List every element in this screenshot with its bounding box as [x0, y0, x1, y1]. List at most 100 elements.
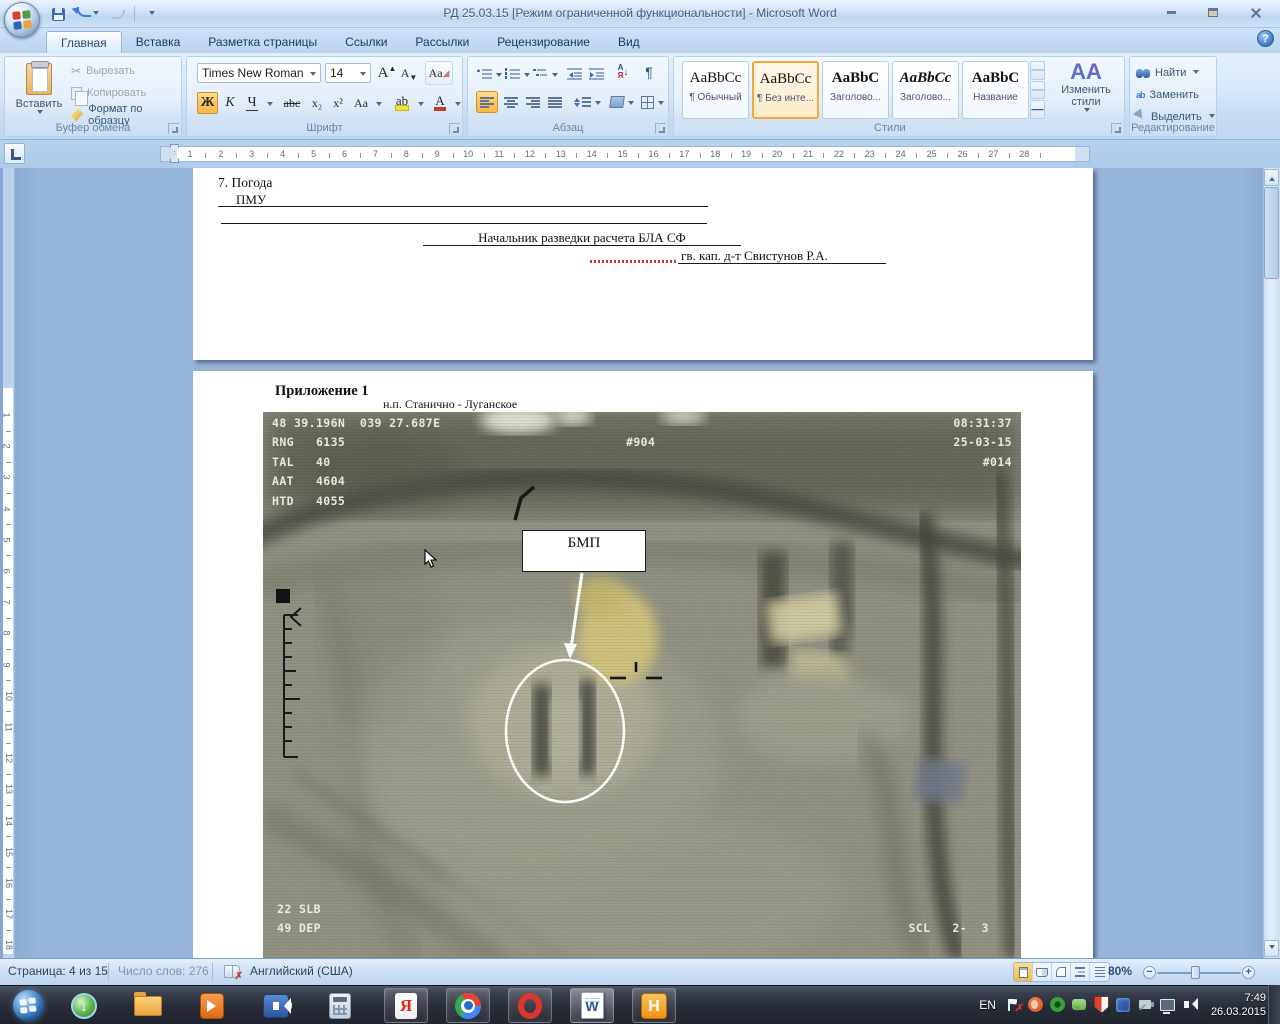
taskbar-download-manager[interactable]: ↓ — [62, 988, 106, 1023]
tab-view[interactable]: Вид — [604, 31, 654, 53]
align-center-button[interactable] — [500, 91, 522, 113]
view-full-screen-reading-button[interactable] — [1033, 963, 1052, 981]
view-outline-button[interactable] — [1071, 963, 1090, 981]
align-right-button[interactable] — [522, 91, 544, 113]
style-card-1[interactable]: AaBbCc¶ Обычный — [682, 61, 749, 119]
scroll-down-button[interactable] — [1264, 940, 1279, 957]
align-left-button[interactable] — [476, 91, 498, 113]
font-size-combo[interactable]: 14 — [325, 63, 371, 83]
multilevel-list-button[interactable] — [532, 63, 558, 85]
styles-scroll-down[interactable] — [1030, 81, 1045, 100]
help-button[interactable]: ? — [1257, 30, 1274, 47]
spellcheck-icon[interactable] — [224, 965, 240, 978]
tab-selector-button[interactable] — [4, 143, 25, 164]
style-card-3[interactable]: AaBbCЗаголово... — [822, 61, 889, 119]
scrollbar-thumb[interactable] — [1264, 187, 1279, 279]
tab-review[interactable]: Рецензирование — [483, 31, 604, 53]
taskbar-media-player[interactable] — [190, 988, 234, 1023]
find-button[interactable]: Найти — [1136, 64, 1199, 82]
font-dialog-launcher[interactable] — [449, 123, 460, 134]
numbering-button[interactable] — [504, 63, 530, 85]
view-print-layout-button[interactable] — [1014, 963, 1033, 981]
page-indicator[interactable]: Страница: 4 из 15 — [8, 964, 108, 978]
font-color-button[interactable]: А — [429, 90, 451, 112]
font-family-combo[interactable]: Times New Roman — [197, 63, 321, 83]
document-page-4[interactable]: 7. Погода ПМУ Начальник разведки расчета… — [193, 168, 1093, 360]
decrease-indent-button[interactable] — [564, 63, 584, 85]
replace-button[interactable]: abЗаменить — [1136, 86, 1199, 104]
tab-insert[interactable]: Вставка — [122, 31, 195, 53]
borders-button[interactable] — [638, 91, 666, 113]
justify-button[interactable] — [544, 91, 566, 113]
paragraph-dialog-launcher[interactable] — [655, 123, 666, 134]
bullets-button[interactable] — [476, 63, 502, 85]
clear-formatting-button[interactable]: Aa◢ — [425, 61, 453, 85]
cut-button[interactable]: ✂Вырезать — [71, 63, 181, 79]
show-desktop-button[interactable] — [1268, 985, 1280, 1024]
styles-more-button[interactable] — [1030, 100, 1045, 119]
shading-button[interactable] — [608, 91, 636, 113]
style-preview: AaBbCc — [754, 71, 817, 88]
scroll-up-button[interactable] — [1264, 169, 1279, 186]
style-card-2[interactable]: AaBbCc¶ Без инте... — [752, 61, 819, 119]
zoom-slider-handle[interactable] — [1191, 966, 1200, 979]
change-case-button[interactable]: Aa — [350, 92, 372, 114]
view-draft-button[interactable] — [1090, 963, 1109, 981]
numbering-dropdown-icon — [524, 73, 530, 80]
clipboard-dialog-launcher[interactable] — [168, 123, 179, 134]
tab-page-layout[interactable]: Разметка страницы — [194, 31, 331, 53]
increase-indent-button[interactable] — [586, 63, 606, 85]
copy-button[interactable]: Копировать — [71, 85, 181, 101]
change-case-dropdown[interactable] — [371, 92, 383, 114]
taskbar-start[interactable] — [6, 988, 50, 1023]
language-indicator[interactable]: Английский (США) — [250, 964, 353, 978]
osd-slb: 22 SLB — [277, 900, 321, 920]
highlight-dropdown[interactable] — [413, 92, 425, 114]
superscript-button[interactable]: x² — [328, 92, 348, 114]
taskbar-volume-mixer[interactable] — [254, 988, 298, 1023]
taskbar-opera[interactable] — [508, 988, 552, 1023]
font-color-dropdown[interactable] — [450, 92, 462, 114]
grow-font-button[interactable]: A▲ — [377, 62, 397, 84]
italic-button[interactable]: К — [220, 92, 240, 114]
ruler-tick — [391, 153, 392, 158]
styles-dialog-launcher[interactable] — [1111, 123, 1122, 134]
office-button[interactable] — [4, 2, 40, 38]
minimize-button[interactable] — [1160, 5, 1182, 20]
zoom-level[interactable]: 80% — [1108, 964, 1132, 978]
underline-dropdown[interactable] — [262, 92, 274, 114]
taskbar-word[interactable]: W — [570, 988, 614, 1023]
taskbar-chrome[interactable] — [446, 988, 490, 1023]
tab-home[interactable]: Главная — [46, 31, 122, 53]
style-card-5[interactable]: AaBbCНазвание — [962, 61, 1029, 119]
bold-button[interactable]: Ж — [197, 92, 218, 114]
vertical-ruler[interactable]: 123456789101112131415161718 — [3, 168, 15, 958]
taskbar-yandex-browser[interactable]: Я — [384, 988, 428, 1023]
style-card-4[interactable]: AaBbCcЗаголово... — [892, 61, 959, 119]
paste-button[interactable]: Вставить — [13, 61, 65, 123]
close-button[interactable] — [1244, 5, 1266, 20]
subscript-button[interactable]: x₂ — [307, 92, 327, 114]
tab-mailings[interactable]: Рассылки — [401, 31, 483, 53]
horizontal-ruler[interactable]: 1234567891011121314151617181920212223242… — [160, 146, 1090, 162]
taskbar-calculator[interactable] — [318, 988, 362, 1023]
show-marks-button[interactable]: ¶ — [638, 61, 660, 83]
restore-button[interactable] — [1202, 5, 1224, 20]
underline-button[interactable]: Ч — [242, 92, 262, 114]
strikethrough-button[interactable]: abc — [279, 92, 305, 114]
shrink-font-button[interactable]: A▼ — [399, 62, 419, 84]
tab-references[interactable]: Ссылки — [331, 31, 401, 53]
font-color-dropdown-icon — [455, 102, 461, 109]
styles-scroll-up[interactable] — [1030, 61, 1045, 80]
zoom-in-button[interactable]: + — [1242, 966, 1255, 979]
sort-button[interactable]: АЯ ↓ — [612, 61, 634, 83]
taskbar-file-explorer[interactable] — [126, 988, 170, 1023]
view-web-layout-button[interactable] — [1052, 963, 1071, 981]
highlight-button[interactable]: ab — [390, 90, 414, 112]
line-spacing-button[interactable] — [572, 91, 602, 113]
word-count[interactable]: Число слов: 276 — [118, 964, 209, 978]
zoom-out-button[interactable]: − — [1143, 966, 1156, 979]
taskbar-h-app[interactable]: H — [632, 988, 676, 1023]
document-page-5[interactable]: Приложение 1 н.п. Станично - Луганское — [193, 371, 1093, 958]
vertical-scrollbar[interactable] — [1263, 168, 1280, 958]
